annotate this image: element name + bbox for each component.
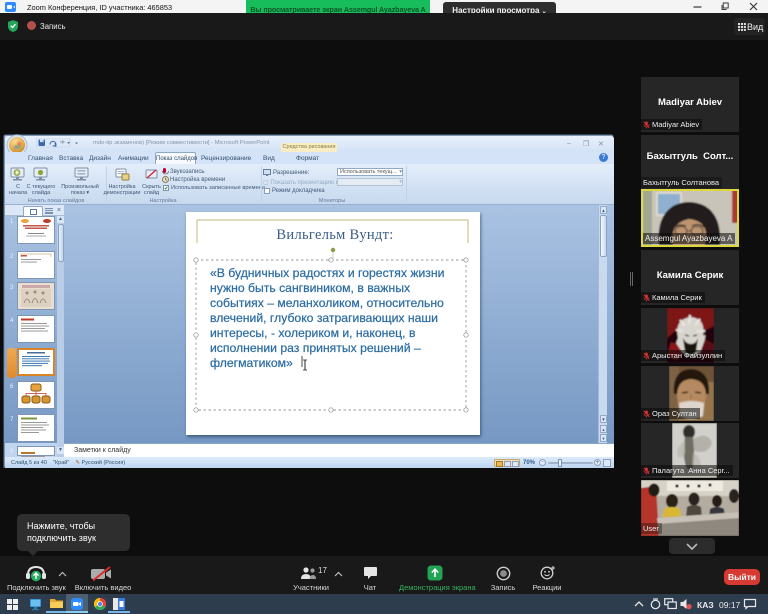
svg-text:Вильгельм Вундт:: Вильгельм Вундт: [276, 227, 393, 243]
svg-text:«В будничных радостях и горест: «В будничных радостях и горестях жизни н… [210, 266, 448, 370]
